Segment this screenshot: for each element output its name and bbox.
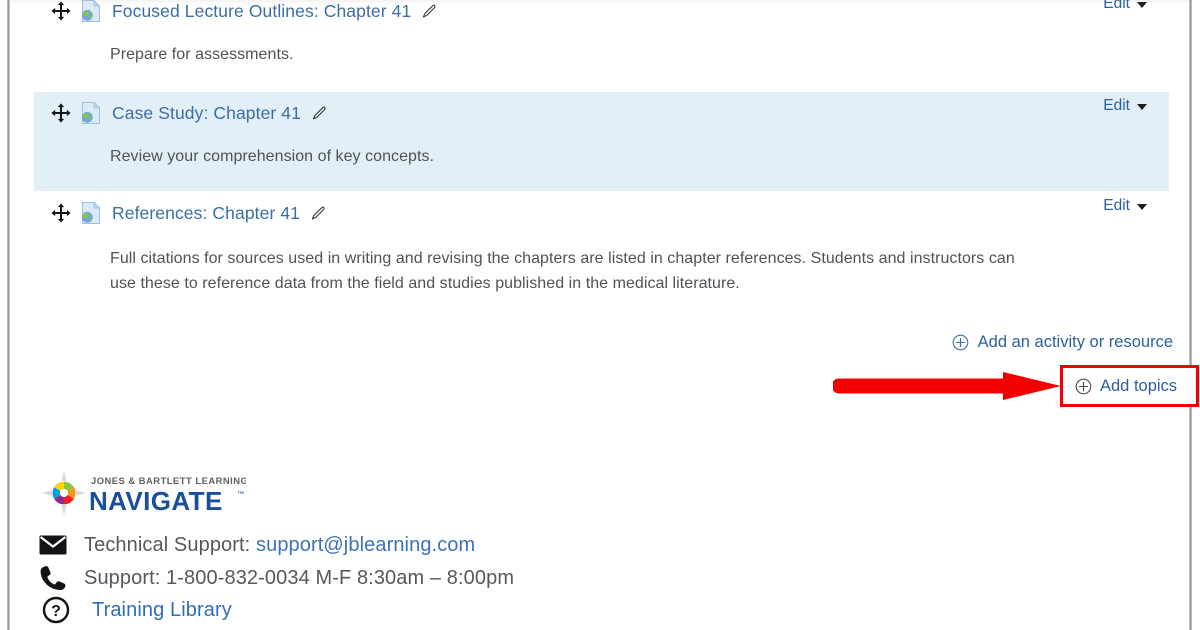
question-mark-circle-icon: ? xyxy=(42,596,70,624)
chevron-down-icon xyxy=(1137,204,1147,210)
envelope-icon xyxy=(39,535,67,555)
training-library-row[interactable]: ? Training Library xyxy=(42,596,232,624)
window-right-border xyxy=(1189,0,1192,630)
edit-label: Edit xyxy=(1103,197,1130,214)
course-section-content: Focused Lecture Outlines: Chapter 41 Edi… xyxy=(10,0,1199,630)
edit-dropdown-references[interactable]: Edit xyxy=(1103,197,1147,215)
pencil-icon[interactable] xyxy=(311,105,328,122)
edit-label: Edit xyxy=(1103,97,1130,114)
technical-support-text: Technical Support: support@jblearning.co… xyxy=(84,534,475,557)
activity-header: Focused Lecture Outlines: Chapter 41 Edi… xyxy=(34,0,1169,26)
add-activity-or-resource-button[interactable]: Add an activity or resource xyxy=(952,333,1173,352)
add-activity-label: Add an activity or resource xyxy=(977,333,1173,351)
add-topics-button[interactable]: Add topics xyxy=(1060,365,1199,407)
page-resource-icon[interactable] xyxy=(79,201,103,225)
page-resource-icon[interactable] xyxy=(79,101,103,125)
edit-label: Edit xyxy=(1103,0,1130,12)
trademark-text: ™ xyxy=(237,491,244,498)
chevron-down-icon xyxy=(1137,2,1147,8)
pencil-icon[interactable] xyxy=(310,205,327,222)
activity-title-link[interactable]: Case Study: Chapter 41 xyxy=(112,103,301,124)
plus-circle-icon xyxy=(952,334,969,351)
edit-dropdown-case-study[interactable]: Edit xyxy=(1103,97,1147,115)
activity-title-link[interactable]: References: Chapter 41 xyxy=(112,203,300,224)
brand-main-text: NAVIGATE xyxy=(89,486,223,516)
support-email-link[interactable]: support@jblearning.com xyxy=(256,534,475,556)
chevron-down-icon xyxy=(1137,104,1147,110)
activity-item-focused-lecture-outlines[interactable]: Focused Lecture Outlines: Chapter 41 Edi… xyxy=(34,0,1169,67)
activity-title-link[interactable]: Focused Lecture Outlines: Chapter 41 xyxy=(112,1,411,22)
support-phone-text: Support: 1-800-832-0034 M-F 8:30am – 8:0… xyxy=(84,566,515,589)
support-phone-row: Support: 1-800-832-0034 M-F 8:30am – 8:0… xyxy=(38,564,514,592)
activity-item-case-study[interactable]: Case Study: Chapter 41 Edit Review your … xyxy=(34,92,1169,191)
technical-support-label: Technical Support: xyxy=(84,533,256,556)
training-library-link[interactable]: Training Library xyxy=(92,599,232,622)
page-root: Focused Lecture Outlines: Chapter 41 Edi… xyxy=(0,0,1200,630)
activity-header: References: Chapter 41 Edit xyxy=(34,197,1169,228)
svg-text:?: ? xyxy=(51,603,61,620)
move-arrows-icon[interactable] xyxy=(50,0,72,22)
navigate-compass-logo-icon: JONES & BARTLETT LEARNING NAVIGATE ™ xyxy=(42,471,246,516)
edit-dropdown-focused-lecture-outlines[interactable]: Edit xyxy=(1103,0,1147,13)
activity-description: Prepare for assessments. xyxy=(110,46,294,63)
add-topics-label: Add topics xyxy=(1100,376,1178,395)
pencil-icon[interactable] xyxy=(421,3,438,20)
technical-support-email-row[interactable]: Technical Support: support@jblearning.co… xyxy=(38,531,475,559)
red-arrow-icon xyxy=(833,372,1061,400)
move-arrows-icon[interactable] xyxy=(50,202,72,224)
activity-header: Case Study: Chapter 41 Edit xyxy=(34,97,1169,128)
phone-icon xyxy=(40,566,66,590)
activity-description: Review your comprehension of key concept… xyxy=(110,148,435,165)
activity-item-references[interactable]: References: Chapter 41 Edit Full citatio… xyxy=(34,197,1169,296)
activity-description: Full citations for sources used in writi… xyxy=(110,250,1015,292)
page-resource-icon[interactable] xyxy=(79,0,103,23)
plus-circle-icon xyxy=(1075,378,1092,394)
brand-top-text: JONES & BARTLETT LEARNING xyxy=(91,475,246,486)
move-arrows-icon[interactable] xyxy=(50,102,72,124)
